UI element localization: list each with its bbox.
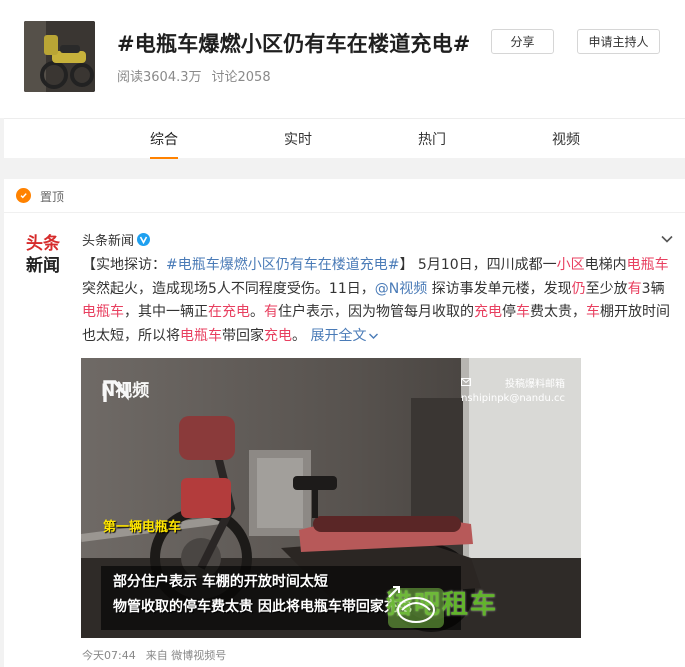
post-text-segment: 。	[292, 327, 311, 344]
keyword-highlight: 电瓶车	[180, 327, 222, 344]
keyword-highlight: 充电	[264, 327, 292, 344]
keyword-highlight: 电瓶车	[82, 304, 124, 320]
tab-video[interactable]: 视频	[544, 119, 588, 159]
pin-icon	[16, 188, 31, 203]
video-subtitle-line1: 部分住户表示 车棚的开放时间太短	[113, 574, 328, 590]
pin-bar: 置顶	[4, 179, 685, 213]
chevron-down-icon[interactable]	[660, 234, 674, 244]
tab-comprehensive[interactable]: 综合	[142, 119, 186, 159]
post-text-segment: 电梯内	[584, 257, 627, 273]
post-text-segment: 突然起火，造成现场5人不同程度受伤。11日，	[82, 280, 375, 297]
discussion-count: 讨论2058	[211, 70, 271, 85]
topic-thumbnail[interactable]	[24, 21, 95, 92]
avatar-line2: 新闻	[26, 255, 60, 275]
keyword-highlight: 车	[586, 304, 600, 320]
submission-info: 投稿爆料邮箱 nshipinpk@nandu.cc	[461, 378, 565, 406]
pin-label: 置顶	[40, 190, 65, 204]
avatar[interactable]: 头条 新闻	[24, 231, 66, 276]
post-text-segment: 。	[250, 304, 264, 320]
tab-hot[interactable]: 热门	[410, 119, 454, 159]
expand-chevron-icon[interactable]	[368, 332, 379, 340]
keyword-highlight: 车	[516, 304, 530, 320]
post-source[interactable]: 来自 微博视频号	[146, 649, 227, 662]
topic-title: #电瓶车爆燃小区仍有车在楼道充电#	[117, 32, 471, 56]
n-logo-icon	[103, 380, 129, 402]
author-label[interactable]: 头条新闻	[82, 230, 134, 249]
post-text-segment: 】 5月10日，四川成都一	[399, 257, 557, 273]
toutiao-logo-icon: 头条 新闻	[26, 233, 61, 276]
overlay-watermark: 猎吧租车	[386, 584, 498, 628]
post-meta: 今天07:44 来自 微博视频号	[82, 647, 226, 663]
author-name[interactable]: 头条新闻	[82, 230, 151, 249]
keyword-highlight: 小区	[556, 257, 585, 273]
post-text-segment: 【实地探访：	[82, 257, 166, 273]
keyword-highlight: 仍	[571, 280, 586, 297]
video-subtitle-line2: 物管收取的停车费太贵 因此将电瓶车带回家充电	[113, 599, 412, 615]
verified-icon	[137, 233, 151, 246]
post-text-segment: ，其中一辆正	[124, 304, 208, 320]
share-button[interactable]: 分享	[491, 29, 554, 54]
topic-stats: 阅读3604.3万 讨论2058	[117, 66, 271, 85]
apply-host-button[interactable]: 申请主持人	[577, 29, 660, 54]
post-text-segment: 带回家	[222, 327, 264, 344]
read-count: 阅读3604.3万	[117, 70, 202, 85]
n-video-logo: N视频	[101, 376, 149, 402]
topic-header: #电瓶车爆燃小区仍有车在楼道充电# 阅读3604.3万 讨论2058 分享 申请主…	[0, 0, 685, 118]
keyword-highlight: 在充电	[208, 304, 250, 320]
post-text: 【实地探访：#电瓶车爆燃小区仍有车在楼道充电#】 5月10日，四川成都一小区电梯…	[82, 254, 672, 348]
mail-icon	[461, 378, 472, 386]
submission-email: nshipinpk@nandu.cc	[461, 393, 565, 404]
post-text-segment: 停	[502, 304, 516, 320]
post-time[interactable]: 今天07:44	[82, 649, 136, 662]
video-caption: 第一辆电瓶车	[103, 520, 182, 535]
topic-tabs: 综合 实时 热门 视频	[4, 118, 685, 159]
thumbnail-image	[24, 21, 95, 92]
keyword-highlight: 有	[627, 280, 642, 297]
keyword-highlight: 有	[264, 304, 278, 320]
keyword-highlight: 电瓶车	[626, 257, 669, 273]
avatar-line1: 头条	[26, 233, 61, 254]
post-text-segment: 费太贵，	[530, 304, 586, 320]
post-text-segment: 住户表示，因为物管每月收取的	[278, 304, 474, 320]
post-link[interactable]: #电瓶车爆燃小区仍有车在楼道充电#	[166, 257, 399, 273]
submission-label: 投稿爆料邮箱	[461, 378, 565, 392]
post-text-segment: 至少放	[585, 280, 628, 297]
expand-icon[interactable]	[386, 584, 402, 600]
post-text-segment: 3辆	[641, 280, 665, 297]
keyword-highlight: 充电	[474, 304, 502, 320]
post-link[interactable]: 展开全文	[310, 328, 366, 344]
post-link[interactable]: @N视频	[375, 281, 427, 297]
post-text-segment: 探访事发单元楼，发现	[427, 280, 572, 297]
video-player[interactable]: N视频 投稿爆料邮箱 nshipinpk@nandu.cc 第一辆电瓶车 部分住…	[81, 358, 581, 638]
tab-realtime[interactable]: 实时	[276, 119, 320, 159]
pinned-post-card: 置顶 头条 新闻 头条新闻 【实地探访：#电瓶车爆燃小区仍有车在楼道充电#】 5…	[4, 179, 685, 667]
